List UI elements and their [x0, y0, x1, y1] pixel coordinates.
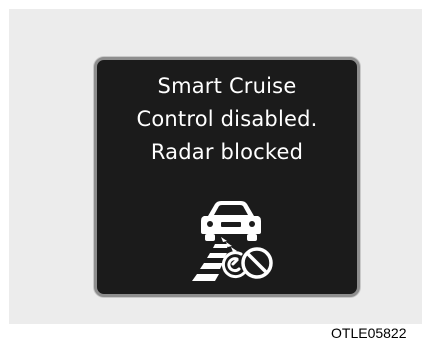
prohibited-icon — [241, 247, 273, 279]
radar-sensor-icon — [221, 251, 246, 279]
message-line-1: Smart Cruise — [157, 74, 297, 98]
message-line-2: Control disabled. — [136, 107, 318, 131]
radar-blocked-icon — [192, 201, 273, 281]
warning-message: Smart Cruise Control disabled. Radar blo… — [97, 70, 357, 169]
figure-code: OTLE05822 — [331, 325, 407, 341]
cluster-message-display: Smart Cruise Control disabled. Radar blo… — [94, 57, 360, 297]
message-line-3: Radar blocked — [150, 140, 304, 164]
